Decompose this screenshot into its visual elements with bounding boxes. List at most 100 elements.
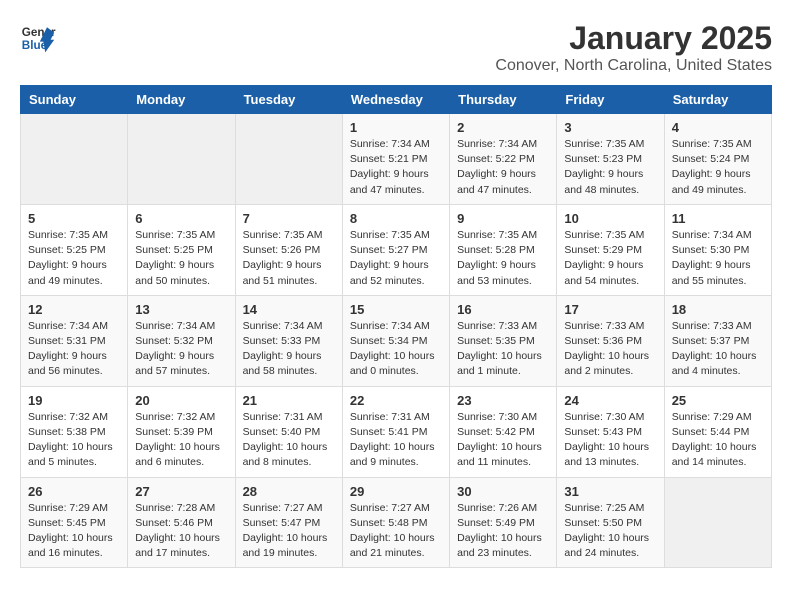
day-number: 16 (457, 302, 549, 317)
day-number: 9 (457, 211, 549, 226)
day-header-friday: Friday (557, 86, 664, 114)
day-number: 29 (350, 484, 442, 499)
day-info: Sunrise: 7:29 AMSunset: 5:45 PMDaylight:… (28, 501, 120, 562)
day-info: Sunrise: 7:30 AMSunset: 5:43 PMDaylight:… (564, 410, 656, 471)
day-number: 18 (672, 302, 764, 317)
day-number: 10 (564, 211, 656, 226)
day-number: 13 (135, 302, 227, 317)
calendar-cell: 1 Sunrise: 7:34 AMSunset: 5:21 PMDaylight… (342, 114, 449, 205)
day-number: 15 (350, 302, 442, 317)
calendar-cell: 11 Sunrise: 7:34 AMSunset: 5:30 PMDayligh… (664, 204, 771, 295)
day-number: 1 (350, 120, 442, 135)
day-info: Sunrise: 7:35 AMSunset: 5:25 PMDaylight:… (28, 228, 120, 289)
day-info: Sunrise: 7:35 AMSunset: 5:28 PMDaylight:… (457, 228, 549, 289)
day-number: 28 (243, 484, 335, 499)
calendar-title: January 2025 (495, 20, 772, 57)
calendar-cell: 13 Sunrise: 7:34 AMSunset: 5:32 PMDayligh… (128, 295, 235, 386)
calendar-cell: 19 Sunrise: 7:32 AMSunset: 5:38 PMDayligh… (21, 386, 128, 477)
calendar-cell (235, 114, 342, 205)
calendar-cell: 5 Sunrise: 7:35 AMSunset: 5:25 PMDaylight… (21, 204, 128, 295)
calendar-cell: 2 Sunrise: 7:34 AMSunset: 5:22 PMDaylight… (450, 114, 557, 205)
day-number: 6 (135, 211, 227, 226)
day-info: Sunrise: 7:35 AMSunset: 5:29 PMDaylight:… (564, 228, 656, 289)
calendar-cell (664, 477, 771, 568)
day-number: 27 (135, 484, 227, 499)
day-number: 30 (457, 484, 549, 499)
day-number: 11 (672, 211, 764, 226)
calendar-week-row: 5 Sunrise: 7:35 AMSunset: 5:25 PMDaylight… (21, 204, 772, 295)
day-info: Sunrise: 7:34 AMSunset: 5:34 PMDaylight:… (350, 319, 442, 380)
calendar-week-row: 19 Sunrise: 7:32 AMSunset: 5:38 PMDayligh… (21, 386, 772, 477)
day-info: Sunrise: 7:33 AMSunset: 5:36 PMDaylight:… (564, 319, 656, 380)
day-info: Sunrise: 7:34 AMSunset: 5:22 PMDaylight:… (457, 137, 549, 198)
calendar-cell: 15 Sunrise: 7:34 AMSunset: 5:34 PMDayligh… (342, 295, 449, 386)
logo-icon: General Blue (20, 20, 56, 56)
day-info: Sunrise: 7:26 AMSunset: 5:49 PMDaylight:… (457, 501, 549, 562)
calendar-week-row: 26Sunrise: 7:29 AMSunset: 5:45 PMDayligh… (21, 477, 772, 568)
calendar-table: SundayMondayTuesdayWednesdayThursdayFrid… (20, 85, 772, 568)
day-info: Sunrise: 7:32 AMSunset: 5:38 PMDaylight:… (28, 410, 120, 471)
day-info: Sunrise: 7:35 AMSunset: 5:23 PMDaylight:… (564, 137, 656, 198)
calendar-cell: 16 Sunrise: 7:33 AMSunset: 5:35 PMDayligh… (450, 295, 557, 386)
calendar-cell: 30 Sunrise: 7:26 AMSunset: 5:49 PMDayligh… (450, 477, 557, 568)
day-header-saturday: Saturday (664, 86, 771, 114)
day-info: Sunrise: 7:33 AMSunset: 5:35 PMDaylight:… (457, 319, 549, 380)
calendar-subtitle: Conover, North Carolina, United States (495, 57, 772, 75)
calendar-cell: 28Sunrise: 7:27 AMSunset: 5:47 PMDayligh… (235, 477, 342, 568)
day-number: 7 (243, 211, 335, 226)
day-info: Sunrise: 7:35 AMSunset: 5:25 PMDaylight:… (135, 228, 227, 289)
day-number: 19 (28, 393, 120, 408)
day-info: Sunrise: 7:34 AMSunset: 5:21 PMDaylight:… (350, 137, 442, 198)
calendar-cell: 14Sunrise: 7:34 AMSunset: 5:33 PMDayligh… (235, 295, 342, 386)
calendar-cell: 22 Sunrise: 7:31 AMSunset: 5:41 PMDayligh… (342, 386, 449, 477)
calendar-cell: 21Sunrise: 7:31 AMSunset: 5:40 PMDayligh… (235, 386, 342, 477)
day-number: 2 (457, 120, 549, 135)
logo: General Blue (20, 20, 56, 56)
day-number: 24 (564, 393, 656, 408)
day-header-wednesday: Wednesday (342, 86, 449, 114)
day-number: 22 (350, 393, 442, 408)
day-info: Sunrise: 7:32 AMSunset: 5:39 PMDaylight:… (135, 410, 227, 471)
calendar-cell: 23 Sunrise: 7:30 AMSunset: 5:42 PMDayligh… (450, 386, 557, 477)
calendar-cell: 8 Sunrise: 7:35 AMSunset: 5:27 PMDaylight… (342, 204, 449, 295)
calendar-week-row: 1 Sunrise: 7:34 AMSunset: 5:21 PMDaylight… (21, 114, 772, 205)
day-info: Sunrise: 7:34 AMSunset: 5:32 PMDaylight:… (135, 319, 227, 380)
day-number: 23 (457, 393, 549, 408)
page-header: General Blue January 2025 Conover, North… (20, 20, 772, 75)
day-number: 31 (564, 484, 656, 499)
day-info: Sunrise: 7:28 AMSunset: 5:46 PMDaylight:… (135, 501, 227, 562)
calendar-cell: 29Sunrise: 7:27 AMSunset: 5:48 PMDayligh… (342, 477, 449, 568)
day-info: Sunrise: 7:25 AMSunset: 5:50 PMDaylight:… (564, 501, 656, 562)
calendar-cell: 27 Sunrise: 7:28 AMSunset: 5:46 PMDayligh… (128, 477, 235, 568)
day-info: Sunrise: 7:35 AMSunset: 5:24 PMDaylight:… (672, 137, 764, 198)
day-info: Sunrise: 7:30 AMSunset: 5:42 PMDaylight:… (457, 410, 549, 471)
calendar-cell: 31 Sunrise: 7:25 AMSunset: 5:50 PMDayligh… (557, 477, 664, 568)
calendar-cell: 26Sunrise: 7:29 AMSunset: 5:45 PMDayligh… (21, 477, 128, 568)
calendar-cell: 6 Sunrise: 7:35 AMSunset: 5:25 PMDaylight… (128, 204, 235, 295)
title-block: January 2025 Conover, North Carolina, Un… (495, 20, 772, 75)
calendar-header-row: SundayMondayTuesdayWednesdayThursdayFrid… (21, 86, 772, 114)
calendar-cell: 18 Sunrise: 7:33 AMSunset: 5:37 PMDayligh… (664, 295, 771, 386)
day-info: Sunrise: 7:31 AMSunset: 5:41 PMDaylight:… (350, 410, 442, 471)
calendar-cell: 17 Sunrise: 7:33 AMSunset: 5:36 PMDayligh… (557, 295, 664, 386)
day-info: Sunrise: 7:34 AMSunset: 5:31 PMDaylight:… (28, 319, 120, 380)
calendar-cell: 9 Sunrise: 7:35 AMSunset: 5:28 PMDaylight… (450, 204, 557, 295)
calendar-cell (21, 114, 128, 205)
calendar-cell: 4Sunrise: 7:35 AMSunset: 5:24 PMDaylight… (664, 114, 771, 205)
day-header-thursday: Thursday (450, 86, 557, 114)
day-info: Sunrise: 7:34 AMSunset: 5:30 PMDaylight:… (672, 228, 764, 289)
calendar-cell: 10 Sunrise: 7:35 AMSunset: 5:29 PMDayligh… (557, 204, 664, 295)
day-header-monday: Monday (128, 86, 235, 114)
day-number: 17 (564, 302, 656, 317)
day-number: 8 (350, 211, 442, 226)
day-number: 20 (135, 393, 227, 408)
day-info: Sunrise: 7:29 AMSunset: 5:44 PMDaylight:… (672, 410, 764, 471)
day-number: 5 (28, 211, 120, 226)
calendar-cell: 24 Sunrise: 7:30 AMSunset: 5:43 PMDayligh… (557, 386, 664, 477)
day-info: Sunrise: 7:34 AMSunset: 5:33 PMDaylight:… (243, 319, 335, 380)
calendar-cell: 20 Sunrise: 7:32 AMSunset: 5:39 PMDayligh… (128, 386, 235, 477)
day-info: Sunrise: 7:35 AMSunset: 5:27 PMDaylight:… (350, 228, 442, 289)
day-info: Sunrise: 7:33 AMSunset: 5:37 PMDaylight:… (672, 319, 764, 380)
day-number: 3 (564, 120, 656, 135)
day-number: 21 (243, 393, 335, 408)
